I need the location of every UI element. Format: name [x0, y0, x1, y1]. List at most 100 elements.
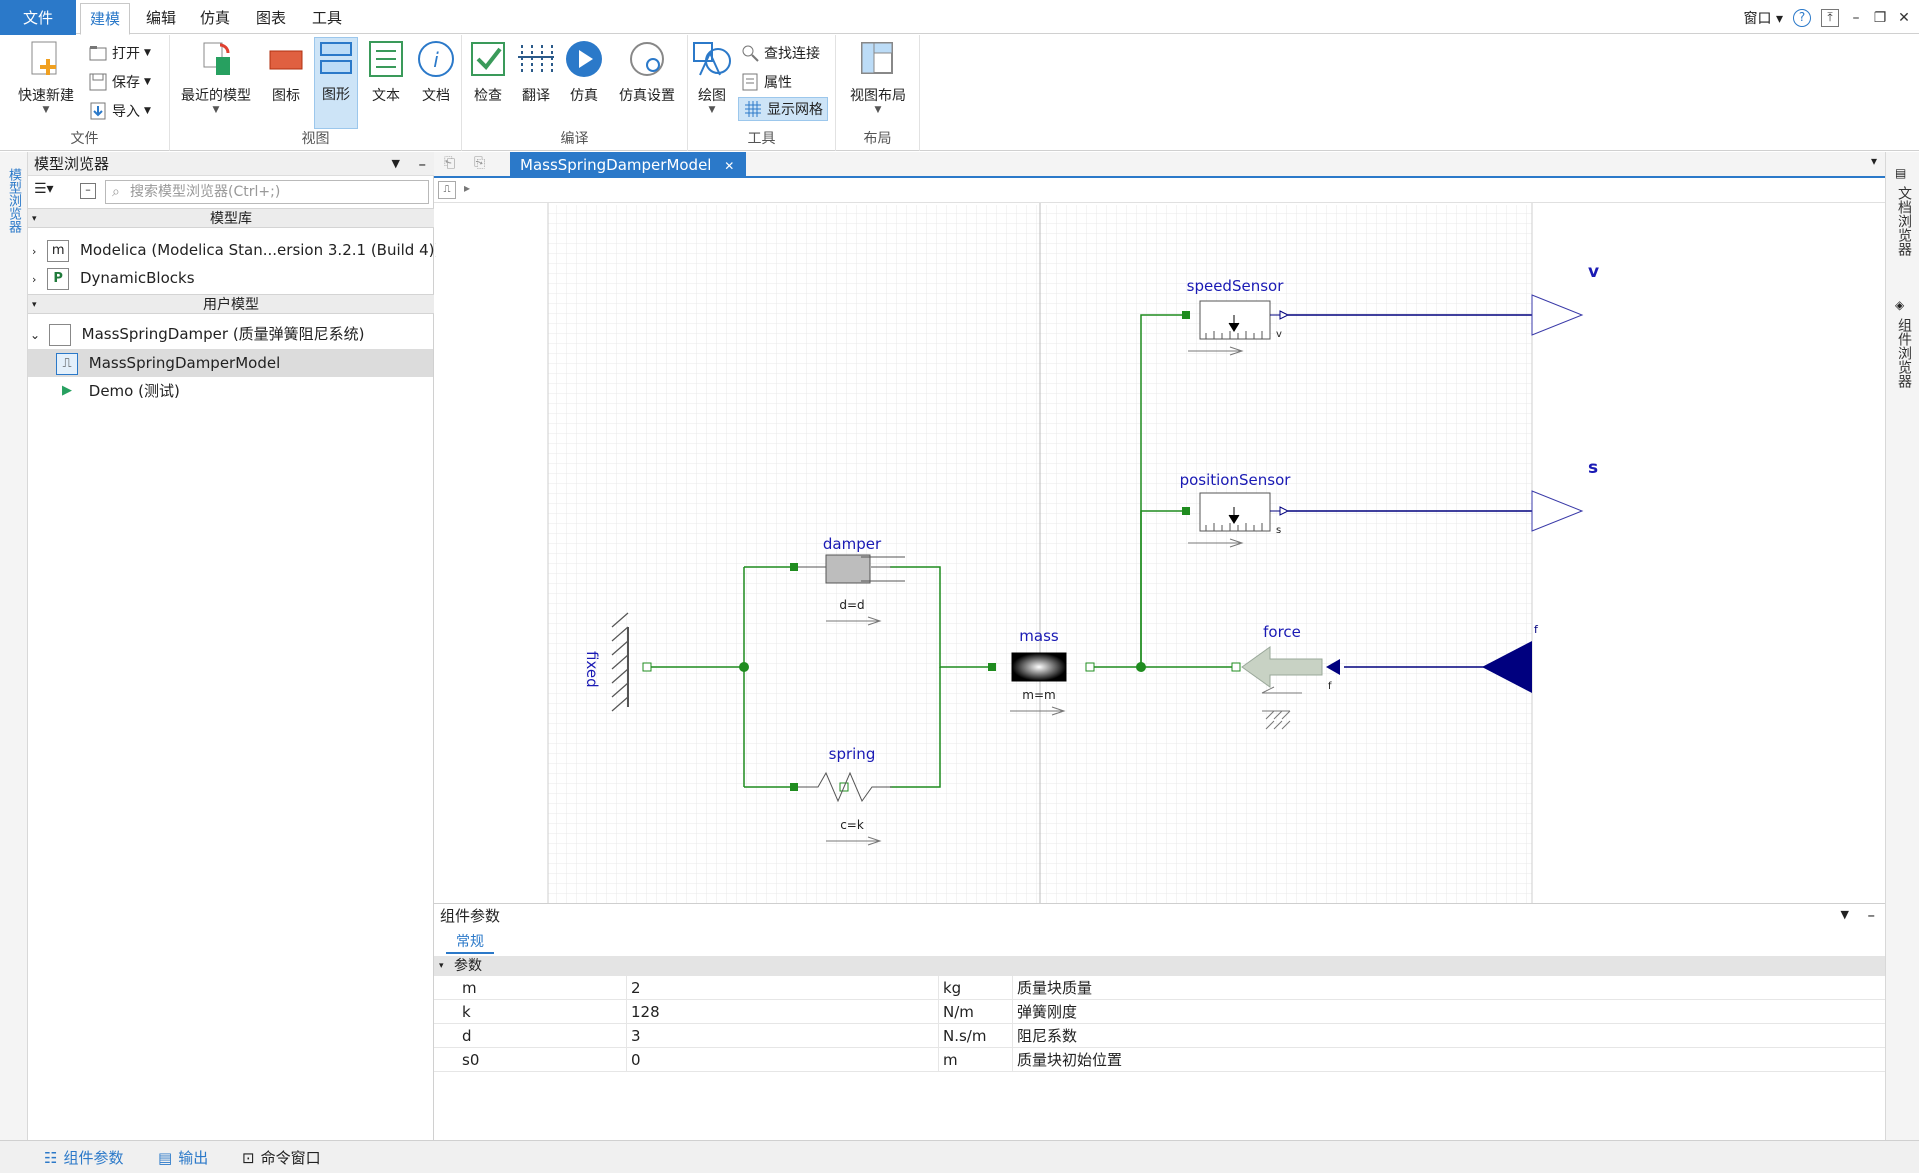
bottom-tab-output[interactable]: ▤ 输出	[158, 1147, 208, 1169]
check-icon	[471, 42, 505, 76]
bottom-tab-params[interactable]: ☷ 组件参数	[44, 1147, 123, 1169]
tree-item-model-selected[interactable]: ⎍ MassSpringDamperModel	[28, 349, 433, 377]
import-button[interactable]: 导入 ▼	[88, 99, 151, 123]
view-layout-button[interactable]: 视图布局 ▼	[844, 39, 912, 125]
window-controls: 窗口 ▾ ? ⤒ – ❐ ✕	[1744, 6, 1911, 30]
left-dock-strip	[0, 152, 28, 1140]
draw-icon	[693, 42, 731, 76]
collapse-arrow-icon[interactable]: ▾	[32, 209, 37, 229]
sim-settings-button[interactable]: 仿真设置	[610, 39, 684, 125]
quick-new-button[interactable]: 快速新建 ▼	[12, 39, 80, 125]
model-browser-panel: 模型浏览器 ▼ – ☰▾ – ⌕ 搜索模型浏览器(Ctrl+;) ▾ 模型库 ›…	[28, 152, 440, 1140]
open-icon	[89, 46, 107, 61]
output-v[interactable]	[1531, 294, 1584, 336]
bottom-tab-bar: ☷ 组件参数 ▤ 输出 ⊡ 命令窗口	[0, 1140, 1919, 1173]
document-tabs: ⎗ ⎘ MassSpringDamperModel ✕ ▾	[434, 152, 1885, 178]
ribbon-group-compile: 检查 翻译 仿真 仿真设置 编译	[462, 35, 688, 151]
pin-icon[interactable]: ⤒	[1821, 9, 1839, 27]
tree-item-massspringdamper[interactable]: ⌄ MassSpringDamper (质量弹簧阻尼系统)	[30, 320, 365, 348]
params-icon: ☷	[44, 1149, 58, 1167]
icon-view-icon	[269, 50, 303, 70]
diagram-view-button[interactable]: 图形	[314, 37, 358, 129]
tree-item-demo[interactable]: ▶ Demo (测试)	[56, 377, 180, 405]
save-button[interactable]: 保存 ▼	[88, 70, 151, 94]
model-icon[interactable]: ⎍	[438, 181, 456, 199]
output-s[interactable]	[1531, 490, 1584, 532]
tree-options-icon[interactable]: ☰▾	[34, 181, 66, 203]
ribbon-group-view: 最近的模型 ▼ 图标 图形 文本 i 文档 视图	[170, 35, 462, 151]
diagram-canvas[interactable]: fixed damper d=d spring c=k mass m=m spe…	[436, 203, 1885, 903]
text-view-button[interactable]: 文本	[364, 39, 408, 125]
layout-icon	[861, 42, 893, 74]
model-search-input[interactable]: ⌕ 搜索模型浏览器(Ctrl+;)	[105, 180, 429, 204]
expand-arrow-icon[interactable]: ›	[32, 245, 36, 258]
bottom-tab-command[interactable]: ⊡ 命令窗口	[242, 1147, 321, 1169]
model-browser-title: 模型浏览器 ▼ –	[28, 152, 434, 176]
draw-button[interactable]: 绘图 ▼	[692, 39, 732, 125]
section-libraries: ▾ 模型库	[28, 208, 434, 228]
minimize-panel-icon[interactable]: –	[419, 152, 427, 176]
tab-general[interactable]: 常规	[446, 930, 494, 954]
find-connection-icon	[742, 45, 759, 62]
collapse-all-icon[interactable]: –	[80, 183, 96, 199]
minimize-icon[interactable]: –	[1849, 10, 1863, 26]
info-icon: i	[418, 41, 454, 77]
tab-tools[interactable]: 工具	[304, 3, 350, 33]
expand-arrow-icon[interactable]: ›	[32, 273, 36, 286]
icon-view-button[interactable]: 图标	[264, 39, 308, 125]
tab-simulate[interactable]: 仿真	[192, 3, 238, 33]
tab-menu-icon[interactable]: ▾	[1871, 154, 1877, 168]
close-icon[interactable]: ✕	[1897, 10, 1911, 26]
simulate-button[interactable]: 仿真	[562, 39, 606, 125]
restore-icon[interactable]: ❐	[1873, 10, 1887, 26]
close-tab-icon[interactable]: ✕	[724, 159, 734, 173]
modelica-icon: m	[47, 239, 70, 262]
doc-browser-icon: ▤	[1895, 166, 1907, 180]
param-value-input[interactable]: 3	[626, 1024, 938, 1048]
tree-item-modelica[interactable]: › m Modelica (Modelica Stan...ersion 3.2…	[32, 236, 440, 264]
spring-label: spring	[829, 745, 876, 763]
params-title: 组件参数	[440, 907, 501, 925]
force-label: force	[1263, 623, 1301, 641]
import-icon	[90, 102, 106, 120]
collapse-arrow-icon[interactable]: ▾	[32, 295, 37, 315]
output-v-label: v	[1588, 262, 1599, 282]
tab-massspringdampermodel[interactable]: MassSpringDamperModel ✕	[510, 152, 746, 178]
play-icon	[566, 41, 602, 77]
show-grid-toggle[interactable]: 显示网格	[738, 97, 828, 121]
right-dock-strip: ▤ 文档浏览器 ◈ 组件浏览器	[1885, 152, 1919, 1140]
breadcrumb-arrow-icon[interactable]: ▸	[464, 181, 470, 195]
speed-sensor-label: speedSensor	[1187, 277, 1285, 295]
dropdown-icon[interactable]: ▼	[1841, 908, 1849, 921]
tree-item-dynamicblocks[interactable]: › P DynamicBlocks	[32, 264, 195, 292]
minimize-panel-icon[interactable]: –	[1868, 906, 1876, 924]
diagram-svg: fixed damper d=d spring c=k mass m=m spe…	[547, 203, 1599, 903]
component-browser-dock-tab[interactable]: 组件浏览器	[1894, 318, 1914, 388]
open-button[interactable]: 打开 ▼	[88, 41, 151, 65]
tab-edit[interactable]: 编辑	[138, 3, 184, 33]
tab-file[interactable]: 文件	[0, 0, 76, 36]
forward-icon[interactable]: ⎘	[474, 155, 485, 171]
help-icon[interactable]: ?	[1793, 9, 1811, 27]
dropdown-icon[interactable]: ▼	[392, 152, 400, 176]
properties-button[interactable]: 属性	[740, 70, 792, 94]
damper-label: damper	[823, 535, 882, 553]
translate-button[interactable]: 翻译	[514, 39, 558, 125]
collapse-arrow-icon[interactable]: ⌄	[30, 328, 40, 342]
doc-browser-dock-tab[interactable]: 文档浏览器	[1894, 186, 1914, 256]
spring-param: c=k	[840, 818, 864, 832]
tab-model[interactable]: 建模	[80, 3, 130, 35]
param-value-input[interactable]: 0	[626, 1048, 938, 1072]
check-button[interactable]: 检查	[466, 39, 510, 125]
model-browser-dock-tab[interactable]: 模型浏览器	[4, 168, 23, 233]
param-value-input[interactable]: 2	[626, 976, 938, 1000]
recent-models-button[interactable]: 最近的模型 ▼	[176, 39, 256, 125]
doc-view-button[interactable]: i 文档	[414, 39, 458, 125]
param-value-input[interactable]: 128	[626, 1000, 938, 1024]
window-menu[interactable]: 窗口 ▾	[1744, 8, 1783, 28]
find-connection-button[interactable]: 查找连接	[740, 41, 820, 65]
tab-chart[interactable]: 图表	[248, 3, 294, 33]
ribbon: 快速新建 ▼ 打开 ▼ 保存 ▼ 导入 ▼ 文件 最近的模型 ▼ 图标 图形 文…	[0, 35, 1919, 151]
collapse-arrow-icon[interactable]: ▾	[439, 956, 444, 976]
back-icon[interactable]: ⎗	[444, 155, 455, 171]
